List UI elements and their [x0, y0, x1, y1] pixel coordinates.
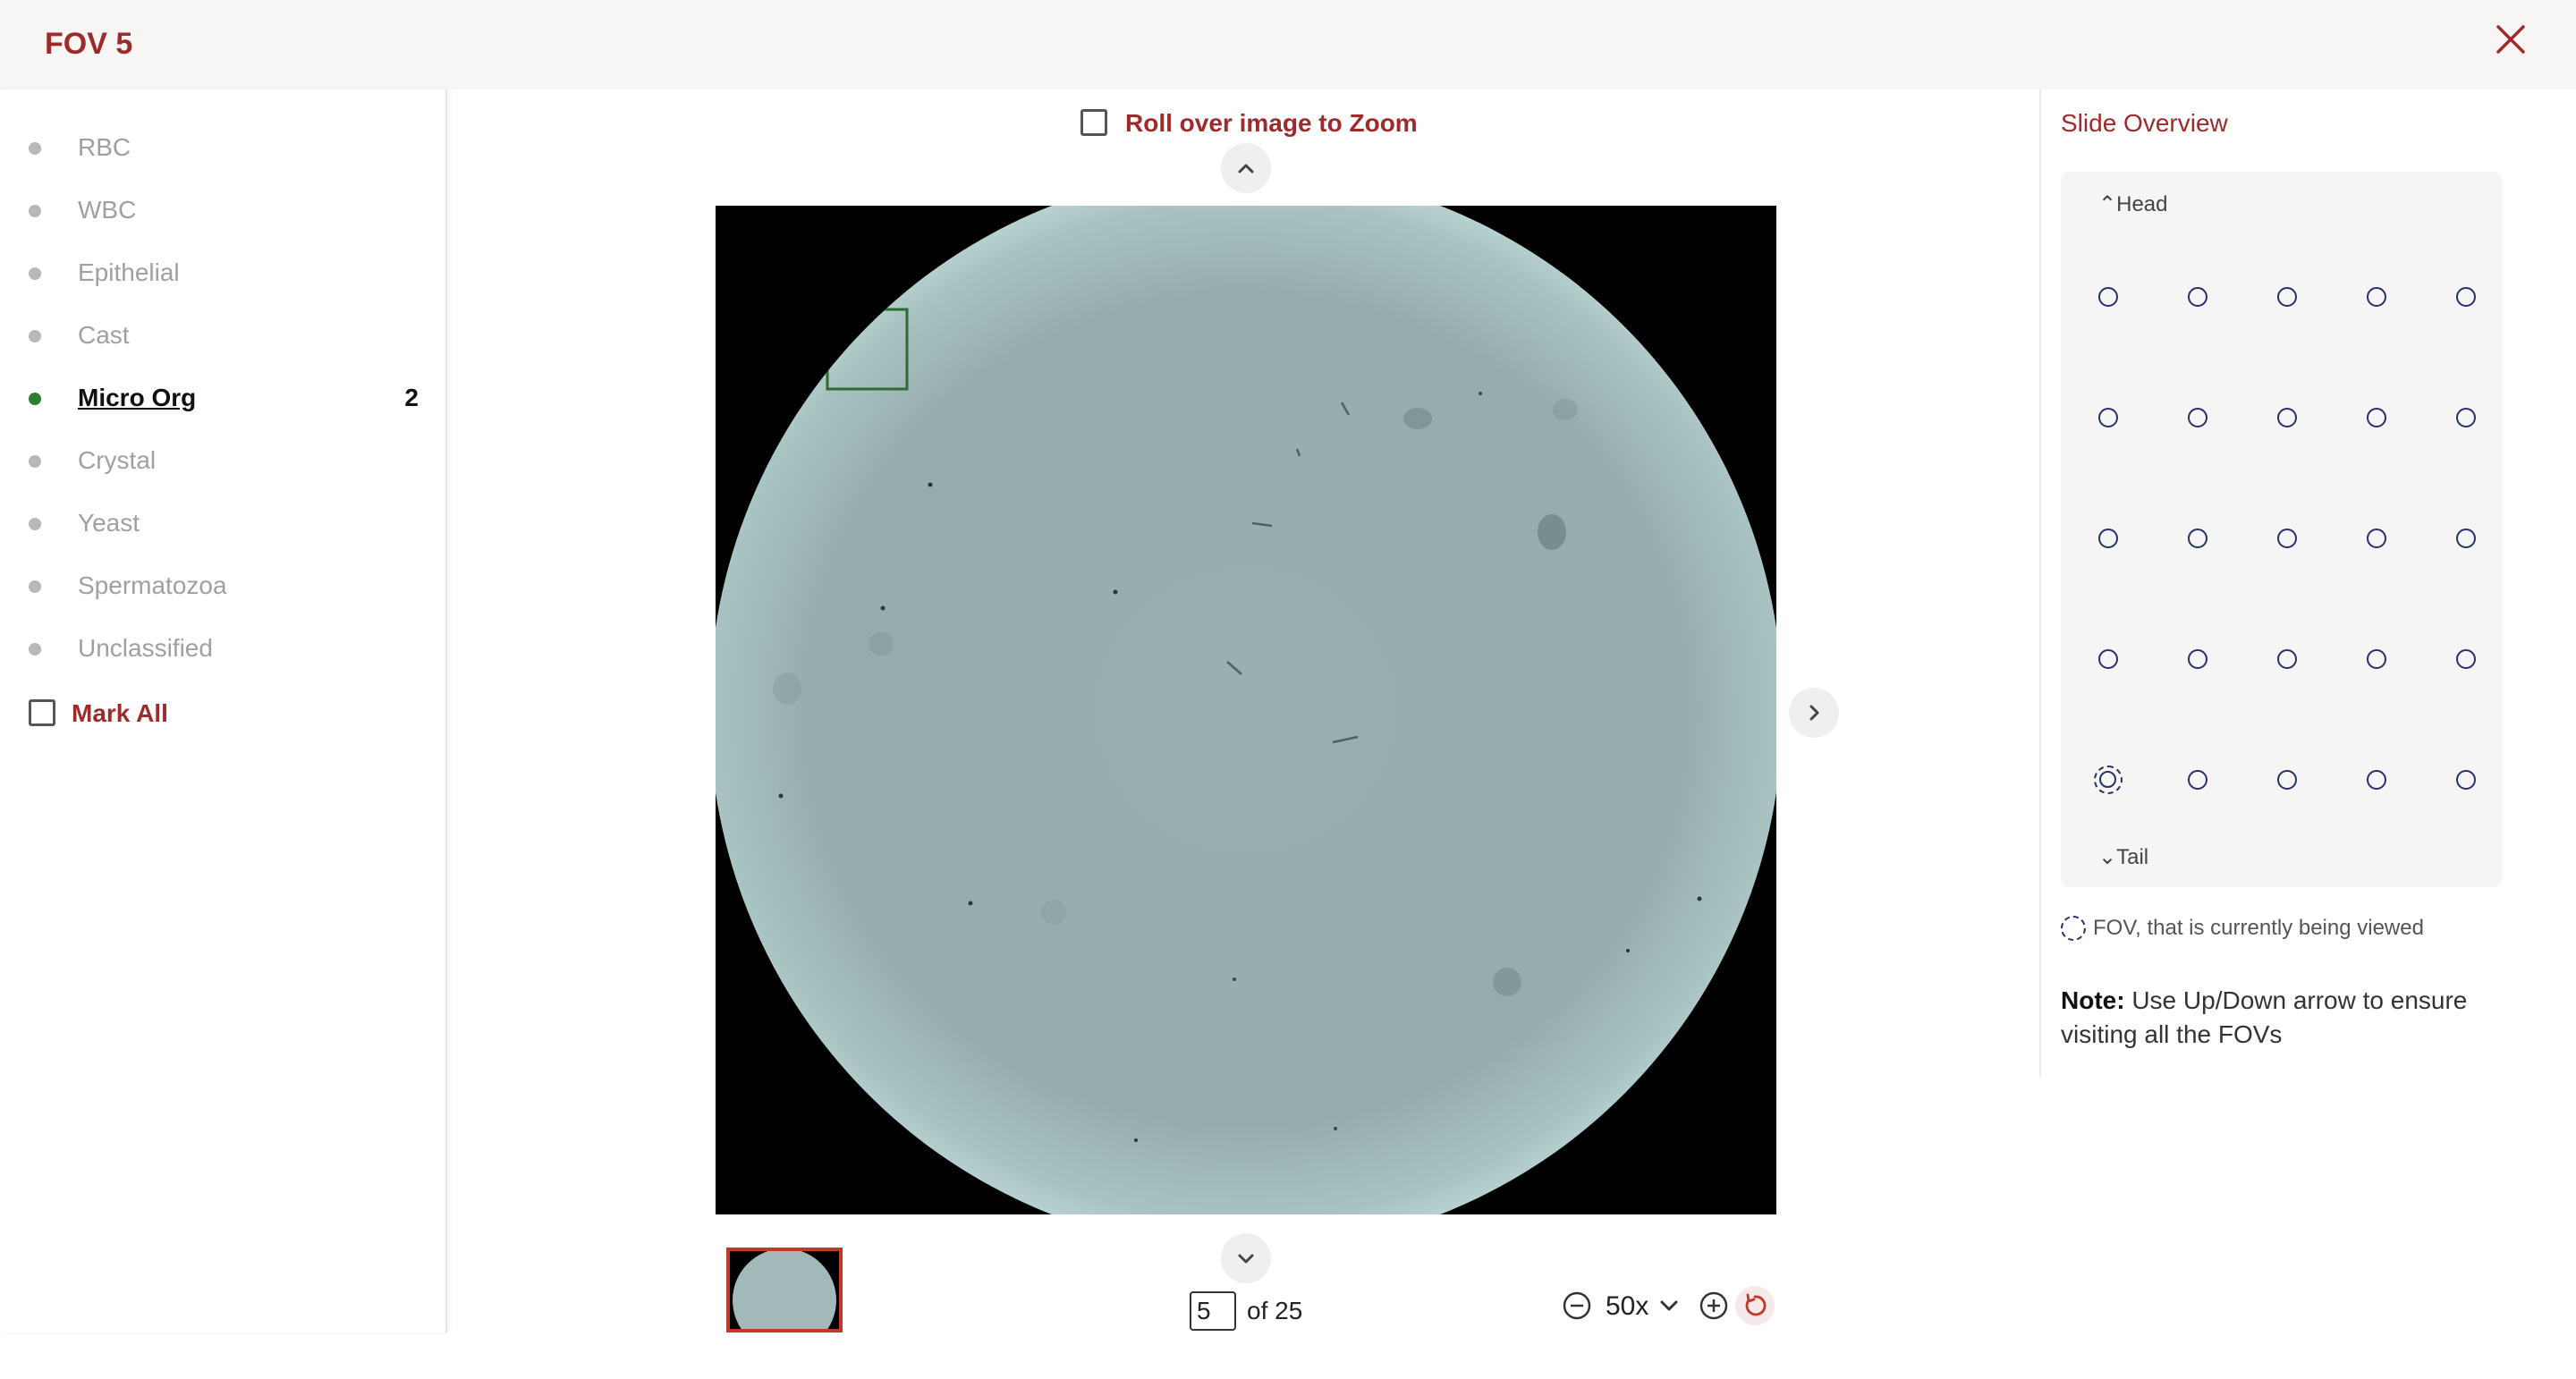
overview-fov-dot[interactable] [2367, 649, 2386, 669]
tail-text: Tail [2116, 845, 2149, 869]
category-status-dot [29, 142, 41, 155]
note-label: Note: [2061, 986, 2125, 1014]
category-item-spermatozoa[interactable]: Spermatozoa [0, 559, 447, 613]
zoom-rollover-checkbox[interactable] [1080, 109, 1107, 136]
category-label: Crystal [78, 446, 157, 474]
category-label: WBC [78, 196, 137, 224]
mark-all-label: Mark All [72, 699, 168, 727]
overview-fov-dot[interactable] [2188, 770, 2207, 790]
chevron-down-icon[interactable] [1653, 1290, 1685, 1322]
category-count: 2 [404, 384, 419, 411]
overview-fov-dot[interactable] [2277, 529, 2297, 548]
category-label: Spermatozoa [78, 571, 227, 599]
overview-fov-dot[interactable] [2367, 529, 2386, 548]
category-status-dot [29, 205, 41, 217]
category-item-wbc[interactable]: WBC [0, 183, 447, 237]
tail-label: ⌄Tail [2098, 844, 2148, 870]
category-item-crystal[interactable]: Crystal [0, 434, 447, 487]
category-item-yeast[interactable]: Yeast [0, 496, 447, 550]
category-status-dot [29, 643, 41, 656]
overview-fov-dot[interactable] [2277, 649, 2297, 669]
category-label: Unclassified [78, 634, 213, 662]
overview-fov-dot[interactable] [2277, 408, 2297, 427]
overview-fov-dot[interactable] [2367, 287, 2386, 307]
overview-fov-dot[interactable] [2277, 287, 2297, 307]
category-item-unclassified[interactable]: Unclassified [0, 622, 447, 675]
category-status-dot [29, 393, 41, 405]
mark-all-checkbox[interactable] [29, 699, 55, 726]
caret-down-icon: ⌄ [2098, 845, 2117, 869]
fov-microscope-image[interactable] [716, 206, 1776, 1214]
overview-fov-dot[interactable] [2098, 287, 2118, 307]
category-status-dot [29, 267, 41, 280]
overview-fov-dot[interactable] [2456, 287, 2476, 307]
current-fov-ring-icon [2061, 916, 2086, 941]
category-label: Epithelial [78, 258, 180, 286]
category-label: Micro Org [78, 384, 197, 411]
overview-fov-dot[interactable] [2456, 649, 2476, 669]
category-item-micro-org[interactable]: Micro Org 2 [0, 371, 447, 425]
zoom-out-icon[interactable] [1561, 1290, 1593, 1322]
close-icon[interactable] [2491, 20, 2530, 59]
overview-fov-dot[interactable] [2367, 408, 2386, 427]
overview-fov-dot-current[interactable] [2094, 766, 2123, 794]
chevron-up-icon[interactable] [1221, 143, 1271, 193]
category-item-rbc[interactable]: RBC [0, 121, 447, 174]
modal-header: FOV 5 [0, 0, 2576, 89]
zoom-in-icon[interactable] [1698, 1290, 1730, 1322]
category-label: Yeast [78, 509, 140, 537]
category-status-dot [29, 455, 41, 468]
chevron-right-icon[interactable] [1789, 688, 1839, 738]
slide-overview-grid: ⌃Head ⌄Tail [2061, 172, 2503, 887]
overview-fov-dot[interactable] [2098, 649, 2118, 669]
page-number-input[interactable] [1190, 1291, 1236, 1331]
chevron-down-icon[interactable] [1221, 1233, 1271, 1283]
zoom-rollover-label: Roll over image to Zoom [1125, 109, 1418, 137]
page-total-label: of 25 [1247, 1297, 1303, 1324]
overview-fov-dot[interactable] [2367, 770, 2386, 790]
overview-fov-dot[interactable] [2188, 649, 2207, 669]
overview-fov-dot[interactable] [2456, 529, 2476, 548]
category-status-dot [29, 330, 41, 343]
overview-fov-dot[interactable] [2277, 770, 2297, 790]
category-status-dot [29, 518, 41, 530]
overview-fov-dot[interactable] [2188, 529, 2207, 548]
overview-note: Note: Use Up/Down arrow to ensure visiti… [2061, 984, 2526, 1052]
category-label: Cast [78, 321, 130, 349]
fov-thumbnail[interactable] [726, 1248, 843, 1332]
overview-fov-dot[interactable] [2188, 408, 2207, 427]
category-panel: RBC WBC Epithelial Cast Micro Org 2 Crys… [0, 89, 447, 1332]
category-status-dot [29, 580, 41, 593]
category-item-cast[interactable]: Cast [0, 309, 447, 362]
slide-overview-title: Slide Overview [2061, 109, 2228, 137]
overview-fov-dot[interactable] [2098, 529, 2118, 548]
overview-fov-dot[interactable] [2188, 287, 2207, 307]
overview-fov-dot[interactable] [2456, 770, 2476, 790]
reset-icon[interactable] [1735, 1286, 1775, 1325]
overview-fov-dot[interactable] [2456, 408, 2476, 427]
overview-fov-dot[interactable] [2098, 408, 2118, 427]
category-label: RBC [78, 133, 131, 161]
head-text: Head [2116, 192, 2168, 216]
head-label: ⌃Head [2098, 191, 2167, 217]
category-item-epithelial[interactable]: Epithelial [0, 246, 447, 300]
caret-up-icon: ⌃ [2098, 192, 2117, 216]
slide-overview-panel: Slide Overview ⌃Head ⌄Tail FOV, that is … [2039, 89, 2576, 1078]
fov-title: FOV 5 [45, 27, 133, 61]
legend-text: FOV, that is currently being viewed [2093, 916, 2424, 940]
zoom-level-select[interactable]: 50x [1606, 1291, 1648, 1322]
